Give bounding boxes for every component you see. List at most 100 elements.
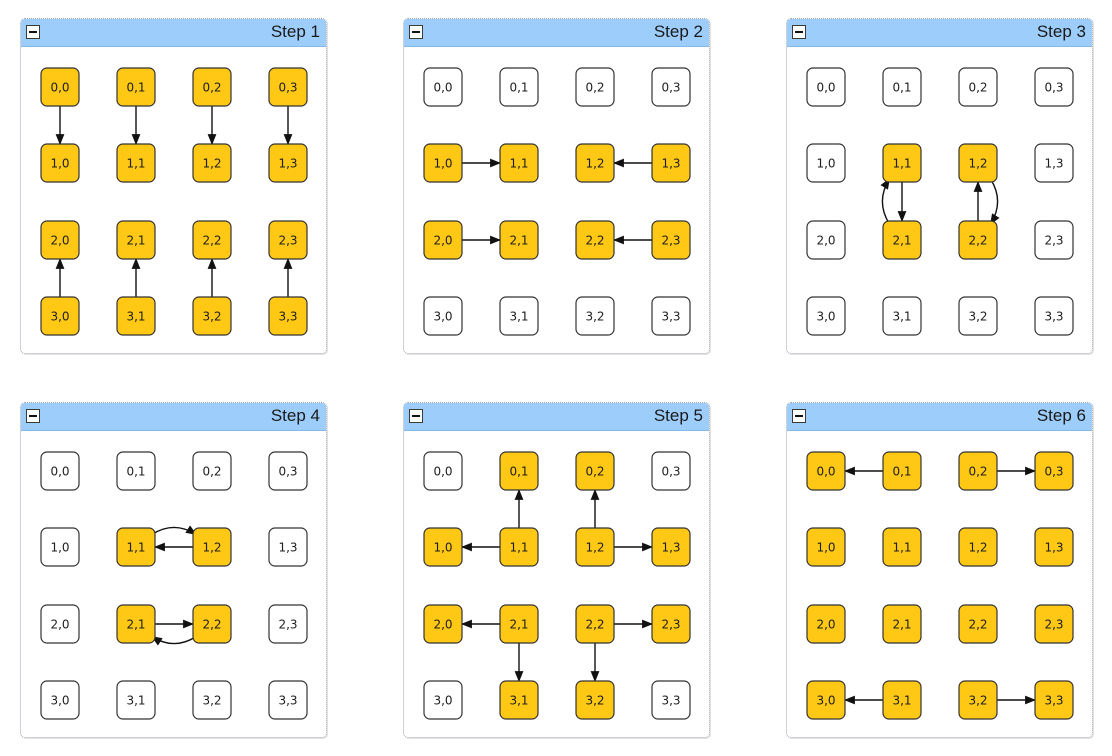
grid-diagram: 0,0 0,1 0,2 0,3 1,0 1,1 1,2 1,3 2,0 2,1 2,2 2,3 3,0 3… [423,67,691,336]
panel-header: Step 4 [21,403,326,431]
node-label: 1,3 [278,541,297,555]
grid-node: 2,1 [499,220,539,260]
panel-title: Step 2 [653,22,703,41]
grid-node: 0,1 [882,451,922,491]
grid-diagram: 0,0 0,1 0,2 0,3 1,0 1,1 1,2 1,3 2,0 2,1 2,2 2,3 3,0 3… [40,67,308,336]
grid-node: 1,1 [499,527,539,567]
node-label: 1,0 [816,541,835,555]
node-label: 1,1 [892,541,911,555]
node-label: 2,1 [892,234,911,248]
minimize-icon[interactable] [409,409,423,423]
node-label: 1,0 [433,157,452,171]
grid-node: 0,1 [116,67,156,107]
grid-node: 0,1 [116,451,156,491]
minimize-icon[interactable] [409,25,423,39]
node-label: 3,2 [202,694,221,708]
panel-title: Step 1 [270,22,320,41]
node-label: 0,3 [278,81,297,95]
grid-node: 0,2 [958,451,998,491]
grid-node: 2,2 [192,604,232,644]
node-label: 3,0 [433,310,452,324]
node-label: 0,2 [585,81,604,95]
grid-node: 3,3 [1034,296,1074,336]
node-label: 0,3 [1044,465,1063,479]
grid-node: 1,0 [423,527,463,567]
node-label: 2,3 [278,618,297,632]
panel-step-1: Step 1 0,0 0,1 0,2 0,3 1,0 1,1 1,2 1,3 2,0 2,1 2,2… [20,18,327,354]
grid-node: 3,2 [958,296,998,336]
node-label: 2,1 [509,618,528,632]
node-label: 1,0 [816,157,835,171]
node-label: 3,3 [661,694,680,708]
panel-step-3: Step 3 0,0 0,1 0,2 0,3 1,0 1,1 1,2 1,3 2,0 2,1 2,2… [786,18,1093,354]
grid-node: 3,1 [499,296,539,336]
node-label: 2,2 [202,618,221,632]
grid-node: 2,0 [423,604,463,644]
grid-node: 2,2 [575,220,615,260]
grid-node: 3,3 [268,296,308,336]
grid-node: 2,0 [40,220,80,260]
grid-node: 3,0 [806,296,846,336]
edge-arrow [151,525,197,535]
grid-diagram: 0,0 0,1 0,2 0,3 1,0 1,1 1,2 1,3 2,0 2,1 2,2 2,3 3,0 3… [423,451,691,720]
grid-node: 2,1 [499,604,539,644]
edge-arrow [990,178,1000,225]
node-label: 3,0 [50,694,69,708]
panel-header: Step 3 [787,19,1092,47]
grid-node: 3,1 [116,296,156,336]
grid-node: 3,2 [958,680,998,720]
grid-node: 3,2 [192,296,232,336]
grid-node: 1,0 [423,143,463,183]
node-label: 3,2 [202,310,221,324]
minimize-icon[interactable] [792,25,806,39]
minimize-icon[interactable] [792,409,806,423]
node-label: 2,0 [433,618,452,632]
node-label: 2,1 [509,234,528,248]
node-label: 3,1 [509,694,528,708]
node-label: 3,1 [892,694,911,708]
node-label: 2,3 [661,618,680,632]
grid-node: 2,1 [882,220,922,260]
grid-node: 0,0 [40,67,80,107]
node-label: 2,3 [278,234,297,248]
panel-title: Step 5 [653,406,703,425]
minimize-icon[interactable] [26,25,40,39]
grid-node: 2,2 [575,604,615,644]
panel-header: Step 5 [404,403,709,431]
node-label: 2,3 [1044,234,1063,248]
grid-node: 0,0 [423,67,463,107]
grid-diagram: 0,0 0,1 0,2 0,3 1,0 1,1 1,2 1,3 2,0 2,1 2,2 2,3 3,0 3… [806,451,1074,720]
node-label: 3,0 [50,310,69,324]
panel-step-2: Step 2 0,0 0,1 0,2 0,3 1,0 1,1 1,2 1,3 2,0 2,1 2,2… [403,18,710,354]
node-label: 2,0 [50,234,69,248]
node-label: 1,3 [1044,157,1063,171]
grid-node: 1,2 [958,143,998,183]
node-label: 0,2 [202,465,221,479]
grid-node: 3,0 [423,680,463,720]
node-label: 0,2 [968,81,987,95]
grid-node: 3,2 [192,680,232,720]
node-label: 1,2 [968,157,987,171]
node-label: 3,0 [816,310,835,324]
grid-node: 3,3 [268,680,308,720]
node-label: 1,2 [585,541,604,555]
node-label: 1,2 [202,541,221,555]
grid-node: 2,2 [192,220,232,260]
node-label: 3,3 [1044,694,1063,708]
grid-node: 1,3 [1034,527,1074,567]
node-label: 0,0 [816,465,835,479]
minimize-icon[interactable] [26,409,40,423]
panel-header: Step 6 [787,403,1092,431]
node-label: 3,1 [892,310,911,324]
grid-node: 1,3 [268,527,308,567]
node-label: 0,1 [509,81,528,95]
grid-node: 2,3 [268,220,308,260]
node-label: 0,1 [509,465,528,479]
grid-node: 1,1 [499,143,539,183]
grid-node: 3,2 [575,296,615,336]
panel-header: Step 1 [21,19,326,47]
grid-node: 1,3 [651,143,691,183]
grid-node: 1,0 [806,527,846,567]
grid-node: 1,1 [882,527,922,567]
node-label: 0,3 [661,81,680,95]
